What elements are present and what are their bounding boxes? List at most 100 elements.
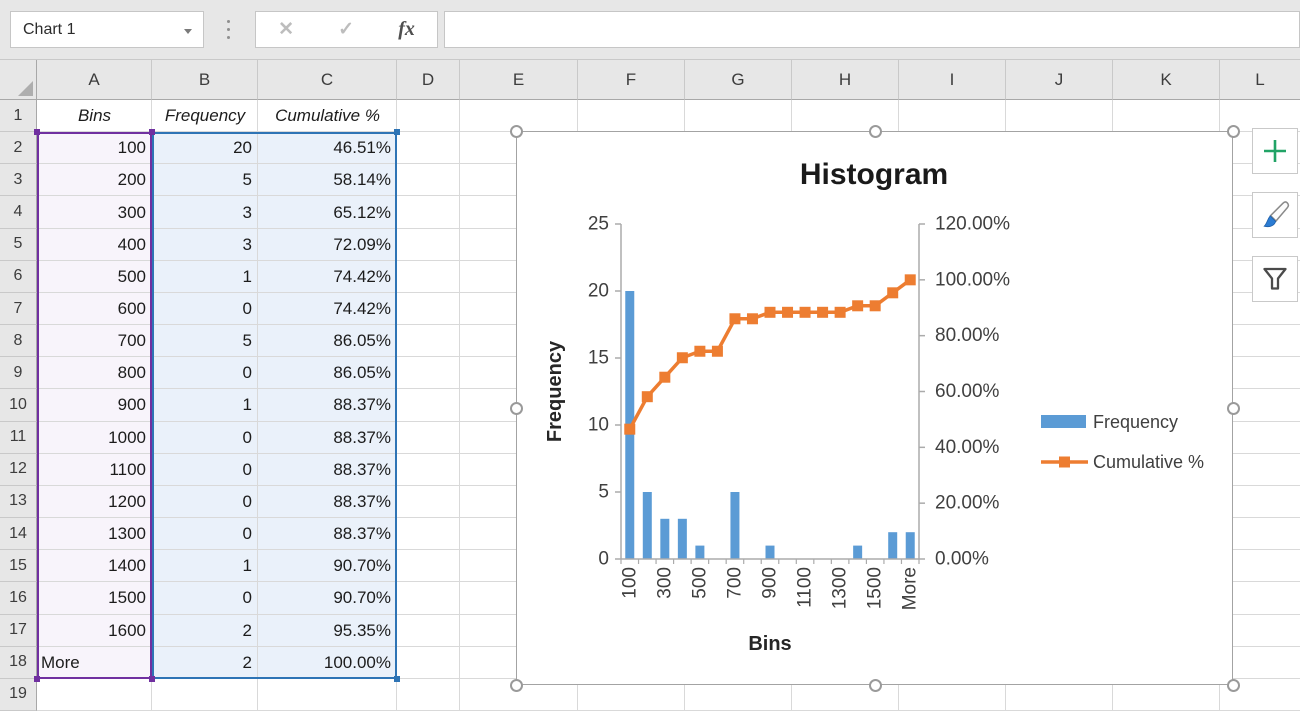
insert-function-icon[interactable]: fx (398, 18, 415, 41)
select-all-corner[interactable] (0, 60, 37, 100)
row-header-5[interactable]: 5 (0, 229, 37, 261)
chart-elements-button[interactable] (1252, 128, 1298, 174)
column-header-E[interactable]: E (460, 60, 578, 100)
row-header-19[interactable]: 19 (0, 679, 37, 711)
row-header-2[interactable]: 2 (0, 132, 37, 164)
table-data-cell: 1400 (37, 550, 152, 582)
chart-resize-handle[interactable] (510, 402, 523, 415)
column-header-F[interactable]: F (578, 60, 685, 100)
cell[interactable] (397, 229, 460, 261)
cancel-icon[interactable]: ✕ (278, 18, 294, 41)
cell[interactable] (578, 100, 685, 132)
chart-styles-button[interactable] (1252, 192, 1298, 238)
column-header-G[interactable]: G (685, 60, 792, 100)
table-data-cell: 1 (152, 389, 258, 421)
table-data-cell: More (37, 647, 152, 679)
svg-text:300: 300 (654, 567, 675, 599)
row-header-14[interactable]: 14 (0, 518, 37, 550)
cell[interactable] (397, 261, 460, 293)
chart-object[interactable]: Histogram2520151050120.00%100.00%80.00%6… (516, 131, 1233, 685)
chart-resize-handle[interactable] (869, 679, 882, 692)
cell[interactable] (1006, 100, 1113, 132)
table-data-cell: 100.00% (258, 647, 397, 679)
column-header-H[interactable]: H (792, 60, 899, 100)
column-header-D[interactable]: D (397, 60, 460, 100)
row-header-10[interactable]: 10 (0, 389, 37, 421)
chart-resize-handle[interactable] (510, 125, 523, 138)
selection-corner-handle[interactable] (394, 129, 400, 135)
column-header-L[interactable]: L (1220, 60, 1300, 100)
row-header-13[interactable]: 13 (0, 486, 37, 518)
formula-bar-input[interactable] (444, 11, 1300, 48)
row-header-9[interactable]: 9 (0, 357, 37, 389)
name-box-dropdown-icon[interactable] (184, 29, 192, 34)
cell[interactable] (152, 679, 258, 711)
cell[interactable] (397, 389, 460, 421)
cell[interactable] (397, 582, 460, 614)
row-header-1[interactable]: 1 (0, 100, 37, 132)
svg-text:Bins: Bins (748, 633, 791, 655)
column-header-K[interactable]: K (1113, 60, 1220, 100)
cell[interactable] (397, 679, 460, 711)
column-header-A[interactable]: A (37, 60, 152, 100)
column-header-B[interactable]: B (152, 60, 258, 100)
cell[interactable] (37, 679, 152, 711)
table-data-cell: 90.70% (258, 550, 397, 582)
table-data-cell: 2 (152, 615, 258, 647)
cell[interactable] (792, 100, 899, 132)
row-header-12[interactable]: 12 (0, 454, 37, 486)
row-header-8[interactable]: 8 (0, 325, 37, 357)
cell[interactable] (397, 164, 460, 196)
cell[interactable] (397, 325, 460, 357)
cell[interactable] (397, 550, 460, 582)
cell[interactable] (397, 518, 460, 550)
cell[interactable] (258, 679, 397, 711)
row-header-3[interactable]: 3 (0, 164, 37, 196)
chart-resize-handle[interactable] (510, 679, 523, 692)
grip-dots-icon[interactable] (222, 11, 234, 48)
chart-resize-handle[interactable] (1227, 679, 1240, 692)
cell[interactable] (397, 132, 460, 164)
selection-corner-handle[interactable] (34, 676, 40, 682)
cell[interactable] (397, 454, 460, 486)
cell[interactable] (685, 100, 792, 132)
cell[interactable] (397, 486, 460, 518)
enter-icon[interactable]: ✓ (338, 18, 354, 41)
table-data-cell: 2 (152, 647, 258, 679)
column-header-I[interactable]: I (899, 60, 1006, 100)
column-header-J[interactable]: J (1006, 60, 1113, 100)
cell[interactable] (397, 100, 460, 132)
svg-text:80.00%: 80.00% (935, 325, 1000, 346)
column-header-C[interactable]: C (258, 60, 397, 100)
row-header-4[interactable]: 4 (0, 196, 37, 228)
name-box[interactable]: Chart 1 (10, 11, 204, 48)
table-data-cell: 1600 (37, 615, 152, 647)
cell[interactable] (397, 357, 460, 389)
cell[interactable] (397, 196, 460, 228)
cell[interactable] (397, 647, 460, 679)
chart-resize-handle[interactable] (869, 125, 882, 138)
cell[interactable] (1113, 100, 1220, 132)
table-data-cell: 0 (152, 293, 258, 325)
row-header-6[interactable]: 6 (0, 261, 37, 293)
row-header-7[interactable]: 7 (0, 293, 37, 325)
svg-text:Cumulative %: Cumulative % (1093, 452, 1204, 472)
row-header-17[interactable]: 17 (0, 615, 37, 647)
chart-filters-button[interactable] (1252, 256, 1298, 302)
cell[interactable] (397, 615, 460, 647)
table-data-cell: 400 (37, 229, 152, 261)
row-header-15[interactable]: 15 (0, 550, 37, 582)
row-header-11[interactable]: 11 (0, 422, 37, 454)
selection-corner-handle[interactable] (394, 676, 400, 682)
chart-resize-handle[interactable] (1227, 402, 1240, 415)
svg-text:700: 700 (724, 567, 745, 599)
cell[interactable] (397, 293, 460, 325)
selection-corner-handle[interactable] (149, 129, 155, 135)
row-header-16[interactable]: 16 (0, 582, 37, 614)
cell[interactable] (397, 422, 460, 454)
row-header-18[interactable]: 18 (0, 647, 37, 679)
selection-corner-handle[interactable] (34, 129, 40, 135)
cell[interactable] (899, 100, 1006, 132)
selection-corner-handle[interactable] (149, 676, 155, 682)
chart-resize-handle[interactable] (1227, 125, 1240, 138)
